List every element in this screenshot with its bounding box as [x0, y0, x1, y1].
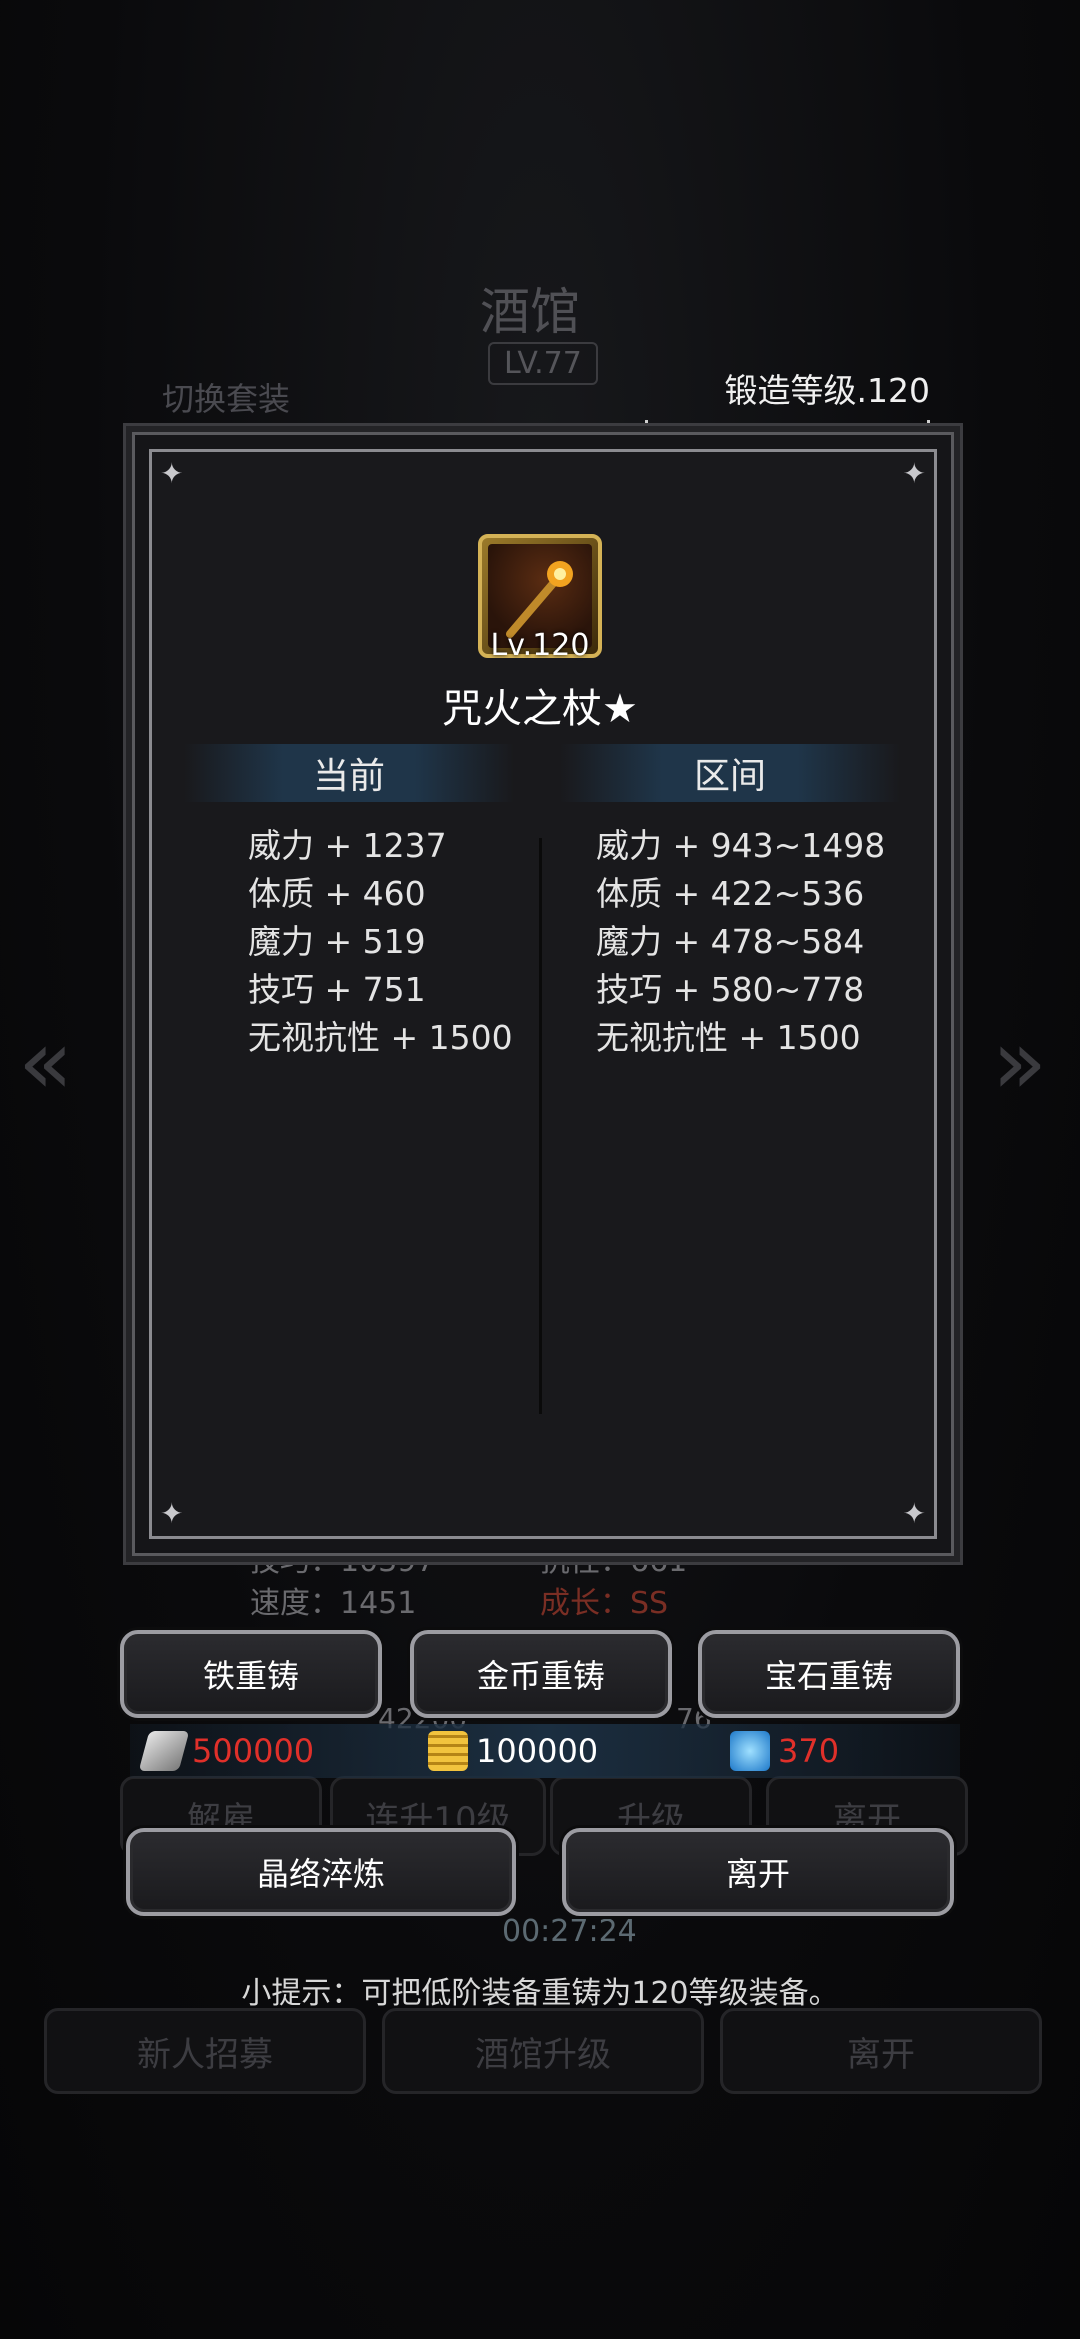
gem-amount: 370: [778, 1732, 840, 1770]
gold-amount: 100000: [476, 1732, 599, 1770]
item-level: Lv.120: [490, 628, 590, 663]
blue-gem-icon: [730, 1731, 770, 1771]
forge-level-text: 锻造等级.120: [724, 371, 930, 410]
iron-reforge-button[interactable]: 铁重铸: [120, 1630, 382, 1718]
current-stat-magic: 魔力 + 519: [248, 922, 426, 961]
tavern-title: 酒馆: [480, 283, 580, 341]
corner-star-icon: ✦: [902, 1497, 926, 1530]
leave-button[interactable]: 离开: [562, 1828, 954, 1916]
iron-resource: 500000: [138, 1724, 315, 1778]
range-stat-constitution: 体质 + 422~536: [596, 874, 865, 913]
bg-growth-stat: 成长：SS: [540, 1586, 669, 1621]
current-stat-constitution: 体质 + 460: [248, 874, 426, 913]
range-stat-ignore-resist: 无视抗性 + 1500: [596, 1018, 861, 1057]
prev-arrow-icon[interactable]: «: [18, 1010, 73, 1115]
item-name: 咒火之杖★: [442, 686, 638, 732]
gold-reforge-button[interactable]: 金币重铸: [410, 1630, 672, 1718]
corner-star-icon: ✦: [902, 457, 926, 490]
gem-reforge-button[interactable]: 宝石重铸: [698, 1630, 960, 1718]
range-stat-magic: 魔力 + 478~584: [596, 922, 865, 961]
column-divider: [539, 838, 542, 1414]
bg-speed-stat: 速度：1451: [250, 1586, 417, 1621]
current-column-header: 当前: [184, 744, 514, 802]
iron-amount: 500000: [192, 1732, 315, 1770]
range-stat-skill: 技巧 + 580~778: [596, 970, 865, 1009]
bg-recruit-button: 新人招募: [44, 2008, 366, 2094]
gold-coins-icon: [428, 1731, 468, 1771]
tip-text: 小提示：可把低阶装备重铸为120等级装备。: [241, 1976, 839, 2011]
current-stat-power: 威力 + 1237: [248, 826, 447, 865]
corner-star-icon: ✦: [160, 457, 184, 490]
forge-level-badge: 锻造等级.120: [645, 358, 930, 434]
gold-resource: 100000: [428, 1724, 598, 1778]
gem-resource: 370: [730, 1724, 839, 1778]
corner-star-icon: ✦: [160, 1497, 184, 1530]
current-stat-ignore-resist: 无视抗性 + 1500: [248, 1018, 513, 1057]
current-stats-list: 威力 + 1237 体质 + 460 魔力 + 519 技巧 + 751 无视抗…: [248, 822, 513, 1062]
tavern-level: LV.77: [488, 342, 598, 385]
range-stats-list: 威力 + 943~1498 体质 + 422~536 魔力 + 478~584 …: [596, 822, 885, 1062]
current-stat-skill: 技巧 + 751: [248, 970, 426, 1009]
bg-tavern-upgrade-button: 酒馆升级: [382, 2008, 704, 2094]
range-column-header: 区间: [560, 744, 900, 802]
crystal-refine-button[interactable]: 晶络淬炼: [126, 1828, 516, 1916]
bg-leave2-button: 离开: [720, 2008, 1042, 2094]
switch-set-label: 切换套装: [162, 380, 291, 418]
range-stat-power: 威力 + 943~1498: [596, 826, 886, 865]
bg-timer: 00:27:24: [502, 1914, 637, 1949]
iron-ingot-icon: [138, 1731, 190, 1771]
next-arrow-icon[interactable]: »: [992, 1010, 1047, 1115]
